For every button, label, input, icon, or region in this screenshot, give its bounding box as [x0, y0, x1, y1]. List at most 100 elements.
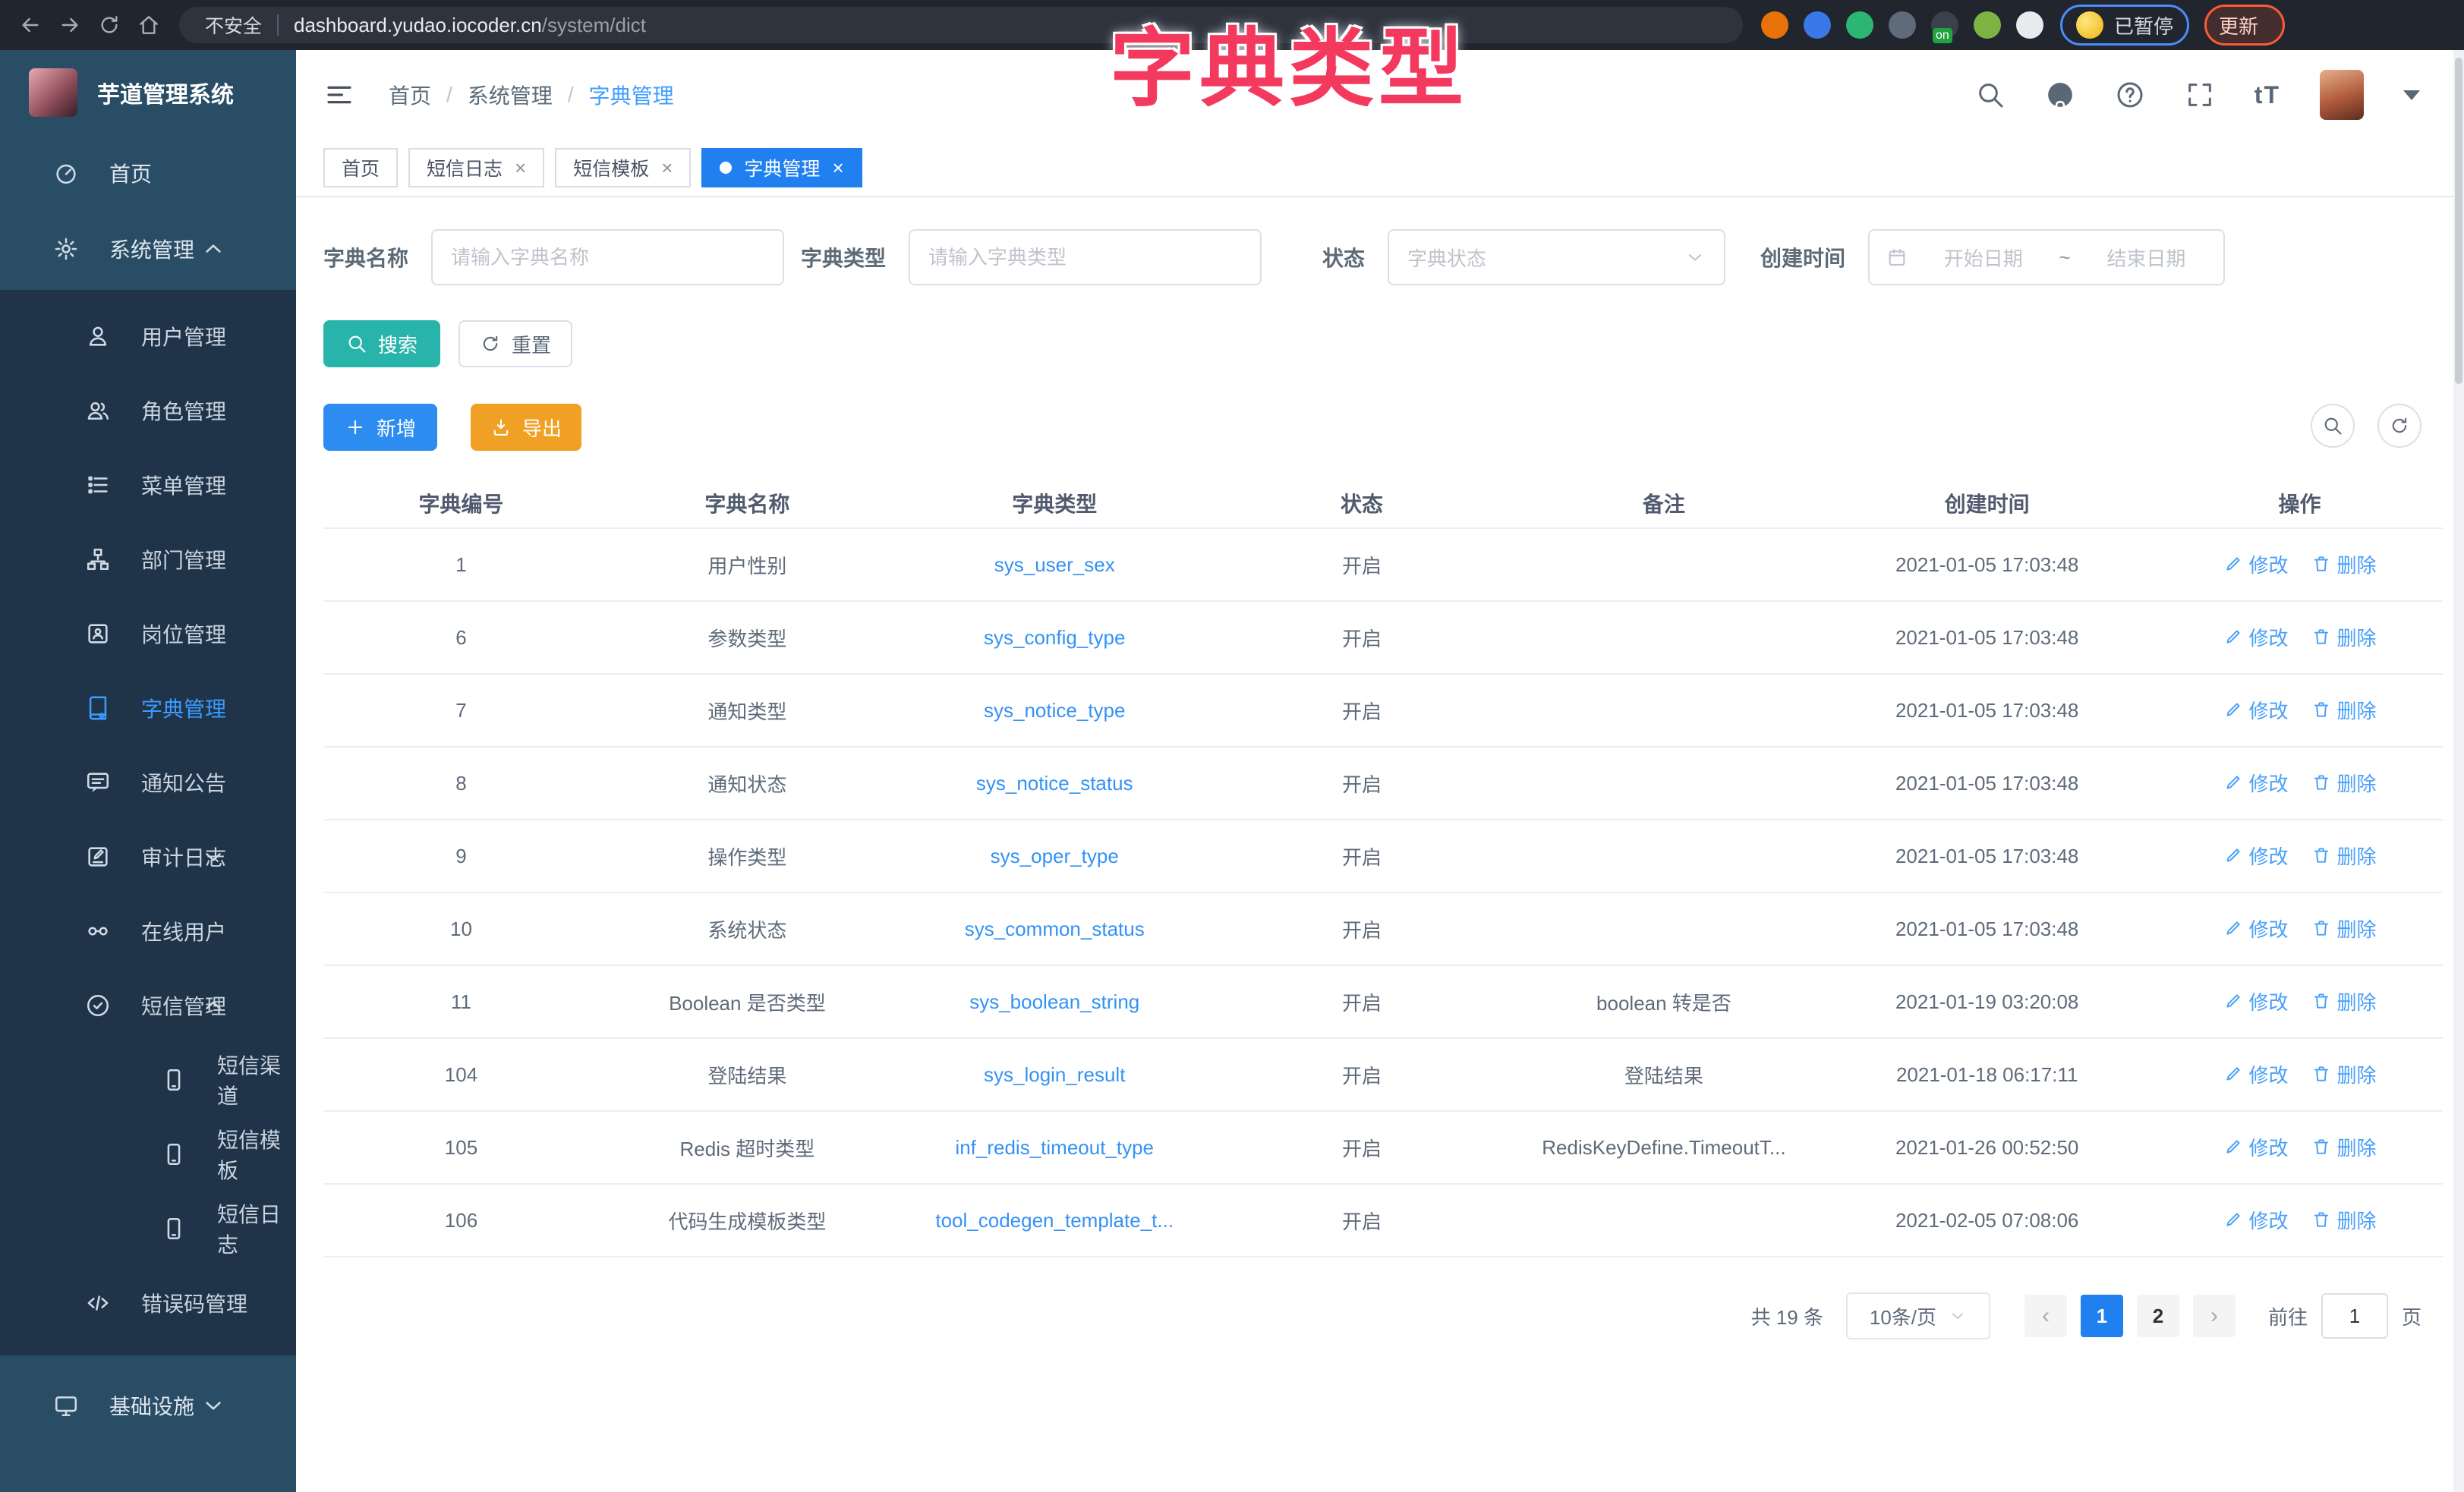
dict-type-link[interactable]: sys_notice_status [976, 772, 1133, 795]
dict-name-input[interactable] [431, 229, 784, 285]
dict-type-link[interactable]: sys_config_type [984, 626, 1125, 649]
delete-link[interactable]: 删除 [2311, 696, 2377, 724]
tab-close-icon[interactable]: × [515, 156, 526, 180]
sidebar-item-菜单管理[interactable]: 菜单管理 [0, 448, 296, 522]
help-icon[interactable] [2115, 80, 2145, 110]
dict-type-link[interactable]: inf_redis_timeout_type [955, 1136, 1154, 1159]
edit-link[interactable]: 修改 [2223, 769, 2289, 797]
edit-link[interactable]: 修改 [2223, 1060, 2289, 1088]
delete-link[interactable]: 删除 [2311, 987, 2377, 1015]
sidebar-item-通知公告[interactable]: 通知公告 [0, 745, 296, 820]
tab-字典管理[interactable]: 字典管理× [701, 148, 862, 187]
edit-link[interactable]: 修改 [2223, 1133, 2289, 1161]
extension-icon-green-circle[interactable] [1846, 11, 1873, 39]
page-number-2[interactable]: 2 [2137, 1295, 2179, 1337]
sidebar-item-岗位管理[interactable]: 岗位管理 [0, 596, 296, 671]
export-button[interactable]: 导出 [471, 404, 581, 451]
delete-link[interactable]: 删除 [2311, 1060, 2377, 1088]
sidebar-item-字典管理[interactable]: 字典管理 [0, 671, 296, 745]
delete-link[interactable]: 删除 [2311, 1133, 2377, 1161]
home-icon[interactable] [129, 5, 169, 45]
edit-link[interactable]: 修改 [2223, 842, 2289, 870]
breadcrumb-item[interactable]: 首页 [389, 80, 431, 110]
next-page-button[interactable]: › [2193, 1295, 2236, 1337]
logo-row[interactable]: 芋道管理系统 [0, 50, 296, 135]
sidebar-item-短信渠道[interactable]: 短信渠道 [0, 1043, 296, 1117]
goto-page-input[interactable] [2321, 1293, 2388, 1339]
search-button[interactable]: 搜索 [323, 320, 440, 367]
user-avatar[interactable] [2320, 70, 2364, 120]
sidebar-toggle-icon[interactable] [323, 79, 355, 111]
sidebar-item-在线用户[interactable]: 在线用户 [0, 894, 296, 968]
breadcrumb-item[interactable]: 字典管理 [589, 80, 674, 110]
sidebar-item-部门管理[interactable]: 部门管理 [0, 522, 296, 596]
edit-link[interactable]: 修改 [2223, 987, 2289, 1015]
extension-icon-grid[interactable] [1889, 11, 1916, 39]
edit-link[interactable]: 修改 [2223, 550, 2289, 578]
delete-link[interactable]: 删除 [2311, 842, 2377, 870]
sidebar-item-短信日志[interactable]: 短信日志 [0, 1191, 296, 1266]
dict-type-link[interactable]: sys_login_result [984, 1063, 1125, 1086]
sidebar-item-短信模板[interactable]: 短信模板 [0, 1117, 296, 1191]
tab-close-icon[interactable]: × [661, 156, 673, 180]
sidebar-item-错误码管理[interactable]: 错误码管理 [0, 1266, 296, 1340]
forward-icon[interactable] [50, 5, 90, 45]
breadcrumb-item[interactable]: 系统管理 [468, 80, 553, 110]
back-icon[interactable] [11, 5, 50, 45]
tab-首页[interactable]: 首页 [323, 148, 398, 187]
sidebar-item-基础设施[interactable]: 基础设施 [0, 1368, 296, 1443]
paused-badge[interactable]: 已暂停 [2060, 5, 2189, 46]
scrollbar-track[interactable] [2453, 50, 2464, 1492]
table-refresh-button[interactable] [2377, 404, 2421, 448]
edit-link[interactable]: 修改 [2223, 696, 2289, 724]
sidebar-item-用户管理[interactable]: 用户管理 [0, 299, 296, 373]
delete-link[interactable]: 删除 [2311, 623, 2377, 651]
prev-page-button[interactable]: ‹ [2024, 1295, 2067, 1337]
sidebar-item-系统管理[interactable]: 系统管理 [0, 211, 296, 287]
dict-type-link[interactable]: sys_common_status [965, 918, 1145, 940]
dict-type-link[interactable]: sys_notice_type [984, 699, 1125, 722]
extension-icon-leaf[interactable] [1974, 11, 2001, 39]
date-range-picker[interactable]: 开始日期 ~ 结束日期 [1868, 229, 2225, 285]
edit-link[interactable]: 修改 [2223, 1206, 2289, 1234]
reload-icon[interactable] [90, 5, 129, 45]
tab-close-icon[interactable]: × [832, 156, 843, 180]
extension-icon-blue-gem[interactable] [1804, 11, 1831, 39]
delete-link[interactable]: 删除 [2311, 550, 2377, 578]
tab-短信日志[interactable]: 短信日志× [408, 148, 544, 187]
edit-link[interactable]: 修改 [2223, 623, 2289, 651]
sidebar-item-角色管理[interactable]: 角色管理 [0, 373, 296, 448]
table-search-toggle-button[interactable] [2311, 404, 2355, 448]
header-search-icon[interactable] [1975, 80, 2006, 110]
extension-icon-puzzle[interactable] [2016, 11, 2043, 39]
fullscreen-icon[interactable] [2185, 80, 2215, 110]
page-size-select[interactable]: 10条/页 [1846, 1292, 1990, 1339]
reset-button[interactable]: 重置 [458, 320, 572, 367]
update-button[interactable]: 更新 [2204, 5, 2285, 46]
delete-link[interactable]: 删除 [2311, 914, 2377, 943]
extension-icon-orange[interactable] [1761, 11, 1788, 39]
sidebar-item-审计日志[interactable]: 审计日志 [0, 820, 296, 894]
tab-短信模板[interactable]: 短信模板× [555, 148, 691, 187]
delete-link[interactable]: 删除 [2311, 1206, 2377, 1234]
dict-type-input[interactable] [909, 229, 1262, 285]
sidebar-item-首页[interactable]: 首页 [0, 135, 296, 211]
add-button[interactable]: 新增 [323, 404, 437, 451]
dict-type-link[interactable]: sys_oper_type [991, 845, 1119, 867]
edit-link[interactable]: 修改 [2223, 914, 2289, 943]
github-icon[interactable] [2045, 80, 2075, 110]
extension-icon-dark[interactable]: on [1931, 11, 1958, 39]
dict-type-link[interactable]: sys_user_sex [994, 553, 1115, 576]
page-number-1[interactable]: 1 [2081, 1295, 2123, 1337]
delete-link[interactable]: 删除 [2311, 769, 2377, 797]
sidebar-item-短信管理[interactable]: 短信管理 [0, 968, 296, 1043]
table-row: 6参数类型sys_config_type开启2021-01-05 17:03:4… [323, 601, 2443, 674]
avatar-caret-icon[interactable] [2403, 90, 2420, 100]
scrollbar-thumb[interactable] [2455, 58, 2462, 384]
status-select[interactable]: 字典状态 [1388, 229, 1725, 285]
font-size-icon[interactable]: tT [2254, 81, 2280, 109]
address-bar[interactable]: 不安全 dashboard.yudao.iocoder.cn/system/di… [179, 7, 1743, 43]
security-warning[interactable]: 不安全 [196, 11, 262, 39]
dict-type-link[interactable]: tool_codegen_template_t... [935, 1209, 1174, 1232]
dict-type-link[interactable]: sys_boolean_string [969, 990, 1139, 1013]
